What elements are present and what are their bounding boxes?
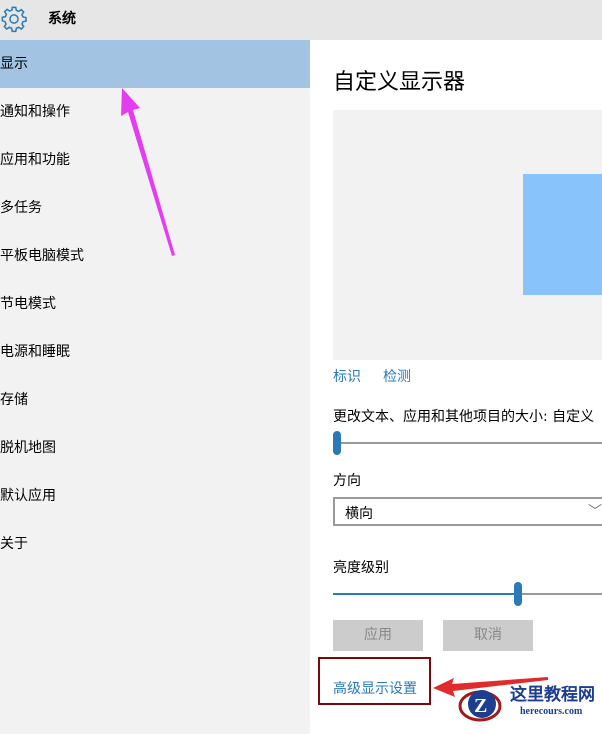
- watermark-z-icon: Z: [458, 690, 502, 722]
- watermark-logo: Z 这里教程网 herecours.com: [458, 678, 602, 734]
- svg-text:Z: Z: [474, 695, 487, 717]
- watermark-name: 这里教程网: [510, 685, 595, 705]
- watermark-url: herecours.com: [520, 706, 583, 717]
- magenta-arrow: [121, 88, 175, 256]
- annotation-arrows: [121, 88, 548, 697]
